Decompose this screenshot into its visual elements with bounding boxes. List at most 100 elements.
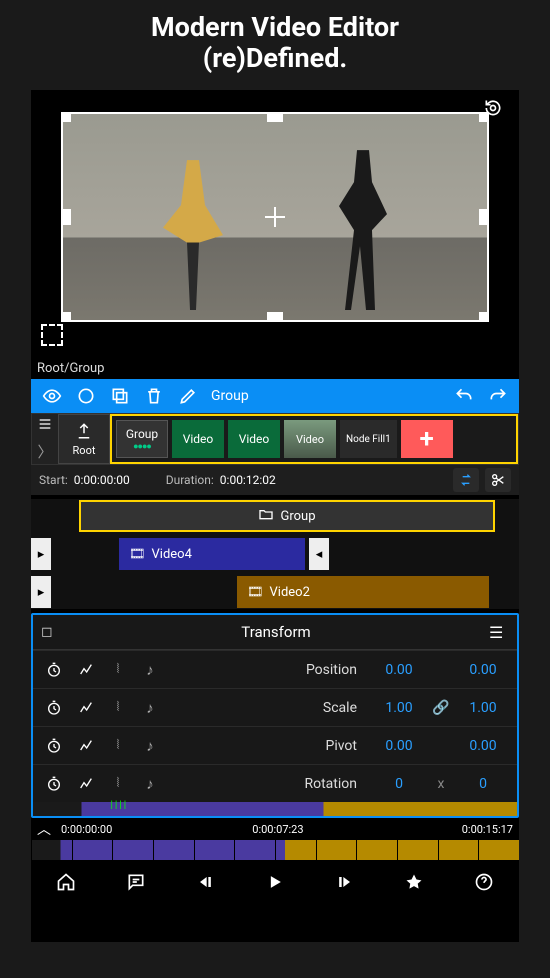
note-icon[interactable]: ♪ [135,775,165,793]
corner-handles-icon[interactable]: ◻ [41,624,63,640]
track-clip-label: Group [280,509,315,524]
step-forward-button[interactable] [329,866,361,898]
help-button[interactable] [468,866,500,898]
property-value[interactable]: 0.00 [371,738,427,754]
swap-button[interactable] [453,468,479,492]
track-clip-group[interactable]: Group [79,500,495,532]
resize-handle[interactable] [61,312,71,322]
center-crosshair-icon [265,207,285,227]
wave-icon[interactable]: ⦚ [103,700,133,715]
timeline-time: 0:00:07:23 [252,823,303,836]
folder-icon [258,506,274,526]
play-button[interactable] [259,866,291,898]
track-clip-video4[interactable]: 🎞 Video4 [119,538,305,570]
copy-button[interactable] [105,382,135,410]
resize-handle[interactable] [267,112,283,122]
list-view-icon[interactable] [37,416,53,436]
chevron-up-icon[interactable]: ︿ [37,819,61,839]
resize-handle[interactable] [267,312,283,322]
app-frame: Root/Group Group 〉 Root Group ●●●● Video… [31,90,519,942]
clip-group[interactable]: Group ●●●● [116,420,168,458]
redo-button[interactable] [483,382,513,410]
visibility-toggle[interactable] [37,382,67,410]
property-value[interactable]: 0 [371,776,427,792]
duration-label: Duration: [166,473,214,487]
select-button[interactable] [71,382,101,410]
track-video4: ▸ 🎞 Video4 ◂ [31,537,519,571]
transform-header: ◻ Transform ☰ [33,615,517,649]
keyframe-mini-timeline[interactable]: |||| [33,802,517,816]
clip-video[interactable]: Video [228,420,280,458]
graph-icon[interactable] [71,738,101,754]
track-clip-label: Video2 [270,585,310,600]
resize-handle[interactable] [61,209,71,225]
graph-icon[interactable] [71,662,101,678]
resize-handle[interactable] [479,112,489,122]
graph-icon[interactable] [71,700,101,716]
clip-video[interactable]: Video [284,420,336,458]
side-nav: 〉 [32,414,58,464]
note-icon[interactable]: ♪ [135,661,165,679]
resize-handle[interactable] [479,312,489,322]
clip-label: Group [126,427,158,441]
track-expand-handle[interactable]: ▸ [31,538,51,570]
property-value[interactable]: 0.00 [455,738,511,754]
property-row: ⦚♪Rotation0x0 [33,764,517,802]
edit-button[interactable] [173,382,203,410]
timing-row: Start: 0:00:00:00 Duration: 0:00:12:02 [31,465,519,495]
property-name: Rotation [167,776,369,792]
link-icon[interactable]: 🔗 [429,700,453,716]
home-button[interactable] [50,866,82,898]
menu-icon[interactable]: ☰ [489,623,509,642]
track-clip-video2[interactable]: 🎞 Video2 [237,576,489,608]
marketing-header: Modern Video Editor (re)Defined. [0,0,550,82]
toolbar-target-label: Group [211,388,249,404]
root-label: Root [73,444,96,457]
resize-handle[interactable] [61,112,71,122]
wave-icon[interactable]: ⦚ [103,738,133,753]
property-value[interactable]: 0.00 [371,662,427,678]
timeline-ruler: ︿ 0:00:00:00 0:00:07:23 0:00:15:17 [31,818,519,840]
step-back-button[interactable] [189,866,221,898]
stopwatch-icon[interactable] [39,738,69,754]
undo-button[interactable] [449,382,479,410]
stopwatch-icon[interactable] [39,700,69,716]
scissors-button[interactable] [485,468,511,492]
preview-canvas[interactable] [61,112,489,322]
group-children-dots: ●●●● [133,441,151,452]
clip-video[interactable]: Video [172,420,224,458]
duration-value[interactable]: 0:00:12:02 [220,473,276,487]
clip-nodefill[interactable]: Node Fill1 [340,420,397,458]
breadcrumb: Root/Group [31,358,519,379]
chevron-right-icon[interactable]: 〉 [37,441,52,462]
start-label: Start: [39,473,68,487]
comments-button[interactable] [120,866,152,898]
property-value[interactable]: 1.00 [371,700,427,716]
track-trim-handle[interactable]: ◂ [309,538,329,570]
start-value[interactable]: 0:00:00:00 [74,473,130,487]
wave-icon[interactable]: ⦚ [103,776,133,791]
track-expand-handle[interactable]: ▸ [31,576,51,608]
timeline-time: 0:00:15:17 [462,823,513,836]
stopwatch-icon[interactable] [39,776,69,792]
add-node-button[interactable]: + [401,420,453,458]
note-icon[interactable]: ♪ [135,699,165,717]
timeline-overview[interactable] [31,840,519,860]
property-value[interactable]: 0.00 [455,662,511,678]
wave-icon[interactable]: ⦚ [103,662,133,677]
property-name: Position [167,662,369,678]
premium-button[interactable] [398,866,430,898]
property-value[interactable]: 1.00 [455,700,511,716]
stopwatch-icon[interactable] [39,662,69,678]
header-line2: (re)Defined. [203,42,347,74]
share-up-icon [75,422,93,444]
property-value[interactable]: 0 [455,776,511,792]
property-row: ⦚♪Scale1.00🔗1.00 [33,688,517,726]
graph-icon[interactable] [71,776,101,792]
note-icon[interactable]: ♪ [135,737,165,755]
delete-button[interactable] [139,382,169,410]
resize-handle[interactable] [479,209,489,225]
root-button[interactable]: Root [58,414,110,464]
fullscreen-icon[interactable] [41,324,63,346]
clip-strip: Group ●●●● Video Video Video Node Fill1 … [110,414,518,464]
